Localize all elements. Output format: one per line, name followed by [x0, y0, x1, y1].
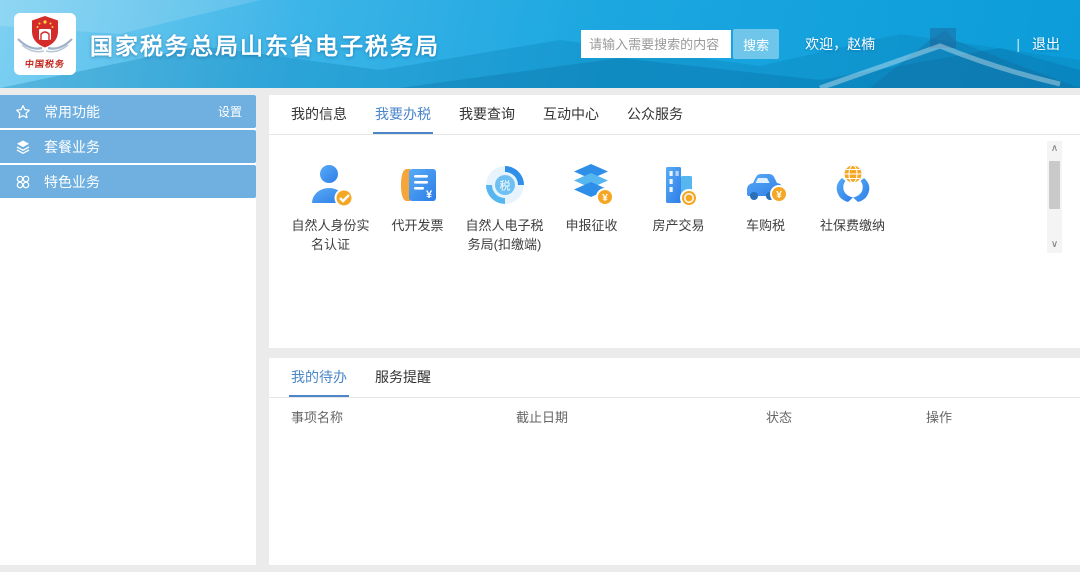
todo-tabbar: 我的待办 服务提醒 — [269, 358, 1080, 398]
page: 中国税务 国家税务总局山东省电子税务局 搜索 欢迎，赵楠 | 退出 常用功能 设… — [0, 0, 1080, 572]
service-label: 申报征收 — [565, 216, 617, 235]
service-scroll-area: 自然人身份实名认证 ¥ 代开发票 — [269, 137, 1080, 259]
search-bar: 搜索 — [581, 29, 779, 59]
divider: | — [1016, 36, 1020, 52]
tab-public-service[interactable]: 公众服务 — [625, 95, 685, 134]
vertical-scrollbar[interactable]: ∧ ∨ — [1047, 141, 1062, 253]
scroll-up-icon[interactable]: ∧ — [1047, 141, 1062, 157]
building-coin-icon — [655, 161, 703, 209]
settings-button[interactable]: 设置 — [218, 103, 242, 120]
sidebar: 常用功能 设置 套餐业务 特色业务 — [0, 95, 256, 565]
service-issue-invoice[interactable]: ¥ 代开发票 — [374, 161, 461, 254]
service-social-security-payment[interactable]: 社保费缴纳 — [809, 161, 896, 254]
search-input[interactable] — [581, 30, 731, 58]
service-declaration-collection[interactable]: ¥ 申报征收 — [548, 161, 635, 254]
tax-emblem-icon — [14, 13, 76, 59]
service-identity-auth[interactable]: 自然人身份实名认证 — [287, 161, 374, 254]
service-label: 自然人电子税务局(扣缴端) — [465, 216, 545, 254]
person-check-icon — [307, 161, 355, 209]
layers-yen-icon: ¥ — [568, 161, 616, 209]
logo-caption: 中国税务 — [24, 57, 65, 70]
layers-icon — [14, 138, 32, 156]
tab-my-info[interactable]: 我的信息 — [289, 95, 349, 134]
service-label: 房产交易 — [652, 216, 704, 235]
scroll-down-icon[interactable]: ∨ — [1047, 237, 1062, 253]
svg-text:¥: ¥ — [776, 190, 782, 201]
scrollbar-thumb[interactable] — [1049, 161, 1060, 209]
tax-circle-icon: 税 — [481, 161, 529, 209]
todo-panel: 我的待办 服务提醒 事项名称 截止日期 状态 操作 — [269, 358, 1080, 565]
tab-my-todo[interactable]: 我的待办 — [289, 358, 349, 397]
tab-tax-handling[interactable]: 我要办税 — [373, 95, 433, 134]
tab-query[interactable]: 我要查询 — [457, 95, 517, 134]
search-button[interactable]: 搜索 — [733, 29, 779, 59]
service-natural-person-etax[interactable]: 税 自然人电子税务局(扣缴端) — [461, 161, 548, 254]
column-header-item-name: 事项名称 — [291, 407, 516, 426]
svg-text:¥: ¥ — [425, 189, 432, 201]
car-yen-icon: ¥ — [742, 161, 790, 209]
column-header-deadline: 截止日期 — [516, 407, 766, 426]
main-tabbar: 我的信息 我要办税 我要查询 互动中心 公众服务 — [269, 95, 1080, 135]
service-label: 社保费缴纳 — [820, 216, 885, 235]
svg-text:¥: ¥ — [602, 193, 608, 204]
svg-text:税: 税 — [499, 179, 510, 193]
tab-service-reminder[interactable]: 服务提醒 — [373, 358, 433, 397]
main-panel: 我的信息 我要办税 我要查询 互动中心 公众服务 自然人身份实名认证 — [269, 95, 1080, 348]
sidebar-item-package-business[interactable]: 套餐业务 — [0, 130, 256, 163]
sidebar-item-common-functions[interactable]: 常用功能 设置 — [0, 95, 256, 128]
page-title: 国家税务总局山东省电子税务局 — [90, 27, 440, 61]
tax-bureau-logo: 中国税务 — [14, 13, 76, 75]
column-header-operation: 操作 — [926, 407, 1080, 426]
star-icon — [14, 103, 32, 121]
invoice-icon: ¥ — [394, 161, 442, 209]
clover-icon — [14, 173, 32, 191]
logout-area: | 退出 — [1016, 34, 1060, 54]
sidebar-item-label: 套餐业务 — [44, 137, 100, 157]
header: 中国税务 国家税务总局山东省电子税务局 搜索 欢迎，赵楠 | 退出 — [0, 0, 1080, 88]
todo-table-header: 事项名称 截止日期 状态 操作 — [269, 398, 1080, 434]
service-vehicle-purchase-tax[interactable]: ¥ 车购税 — [722, 161, 809, 254]
sidebar-item-label: 特色业务 — [44, 172, 100, 192]
tab-interaction-center[interactable]: 互动中心 — [541, 95, 601, 134]
sidebar-item-label: 常用功能 — [44, 102, 100, 122]
service-label: 车购税 — [746, 216, 785, 235]
service-label: 代开发票 — [391, 216, 443, 235]
hands-globe-icon — [829, 161, 877, 209]
service-grid: 自然人身份实名认证 ¥ 代开发票 — [269, 137, 1080, 254]
sidebar-item-special-business[interactable]: 特色业务 — [0, 165, 256, 198]
logout-button[interactable]: 退出 — [1032, 34, 1060, 54]
welcome-text: 欢迎，赵楠 — [805, 34, 875, 54]
service-label: 自然人身份实名认证 — [291, 216, 371, 254]
service-real-estate[interactable]: 房产交易 — [635, 161, 722, 254]
column-header-status: 状态 — [766, 407, 926, 426]
